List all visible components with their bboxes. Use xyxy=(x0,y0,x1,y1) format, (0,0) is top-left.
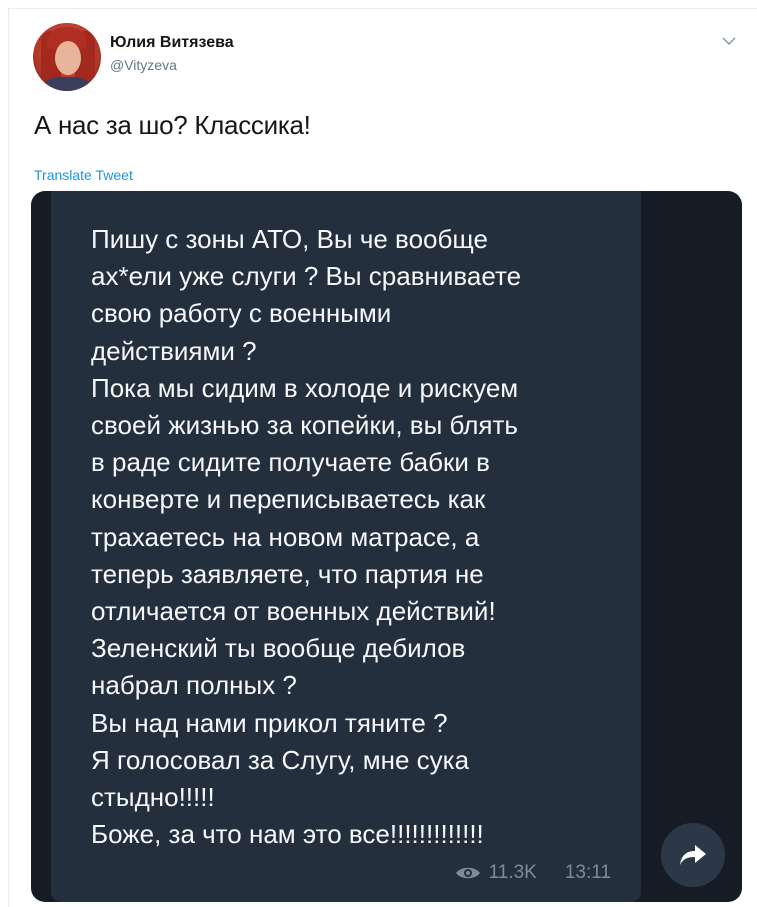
avatar[interactable] xyxy=(33,23,101,91)
tweet-text: А нас за шо? Классика! xyxy=(34,110,311,140)
message-time: 13:11 xyxy=(564,862,611,883)
message-text: Пишу с зоны АТО, Вы че вообще ах*ели уже… xyxy=(91,224,522,850)
view-count: 11.3K xyxy=(488,862,537,883)
avatar-face xyxy=(55,41,81,75)
share-arrow-icon[interactable] xyxy=(661,823,725,887)
tweet-card: Юлия Витязева @Vityzeva А нас за шо? Кла… xyxy=(8,8,757,907)
message-bubble: Пишу с зоны АТО, Вы че вообще ах*ели уже… xyxy=(51,191,641,902)
translate-tweet-link[interactable]: Translate Tweet xyxy=(34,167,133,183)
author-name[interactable]: Юлия Витязева xyxy=(110,34,234,52)
eye-icon xyxy=(455,865,481,881)
tweet-media[interactable]: Пишу с зоны АТО, Вы че вообще ах*ели уже… xyxy=(31,191,742,902)
message-meta: 11.3K 13:11 xyxy=(455,862,611,884)
chevron-down-icon[interactable] xyxy=(721,33,737,49)
author-handle[interactable]: @Vityzeva xyxy=(110,57,177,73)
